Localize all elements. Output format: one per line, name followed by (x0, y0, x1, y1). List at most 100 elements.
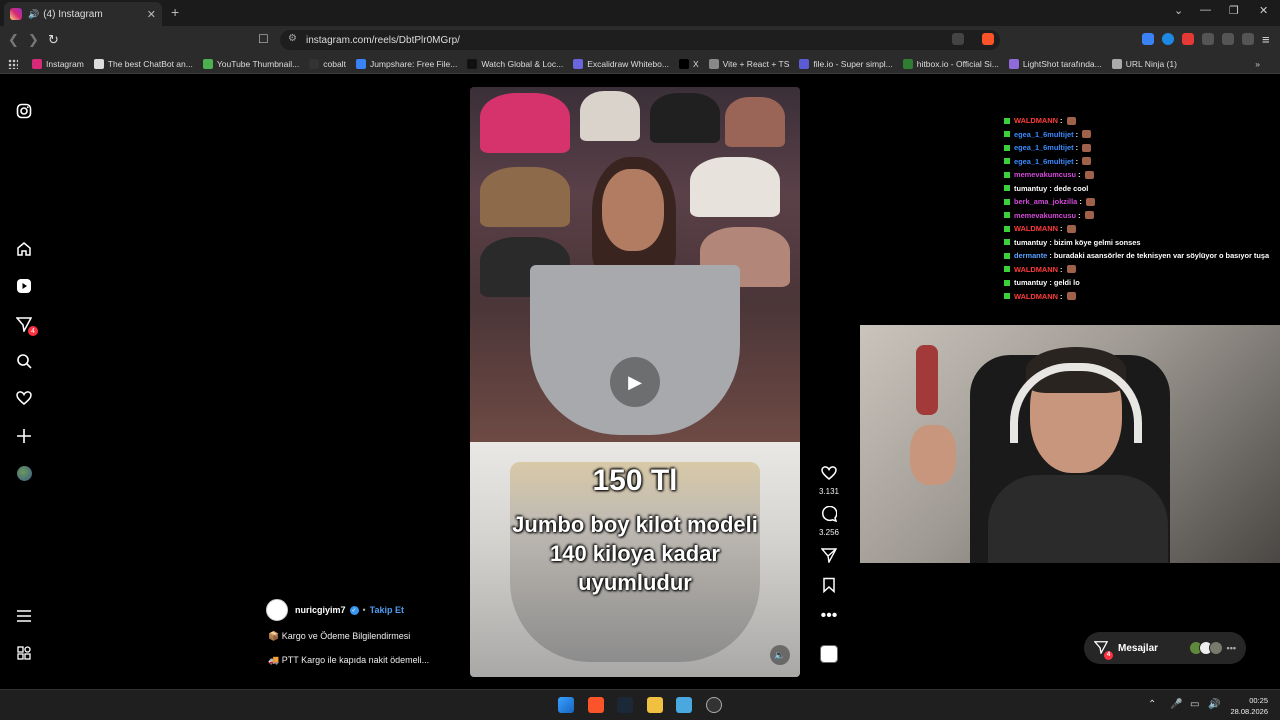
mute-speaker-icon[interactable]: 🔈 (770, 645, 790, 665)
comment-button[interactable]: 3.256 (812, 505, 846, 537)
webcam-overlay (860, 325, 1280, 563)
cast-icon[interactable] (952, 33, 964, 45)
obs-icon[interactable] (706, 697, 722, 713)
comment-icon[interactable] (821, 505, 838, 526)
extension-icon[interactable] (1162, 33, 1174, 45)
bookmark-label: YouTube Thumbnail... (216, 58, 300, 69)
maximize-button[interactable]: ❐ (1229, 4, 1239, 17)
wallet-icon[interactable] (1222, 33, 1234, 45)
more-options-button[interactable]: ••• (812, 607, 846, 627)
reel-video[interactable]: ▶ 150 Tl Jumbo boy kilot modeli 140 kilo… (470, 87, 800, 677)
bookmark-item[interactable]: Jumpshare: Free File... (355, 58, 457, 69)
contact-avatar (1208, 641, 1223, 655)
bookmark-item[interactable]: LightShot tarafında... (1008, 58, 1102, 69)
tray-chevron-icon[interactable]: ⌃ (1148, 699, 1156, 710)
bookmark-item[interactable]: hitbox.io - Official Si... (902, 58, 999, 69)
reel-description-line[interactable]: 📦 Kargo ve Ödeme Bilgilendirmesi (268, 631, 410, 642)
also-from-meta-icon[interactable] (15, 644, 33, 662)
windows-start-icon[interactable] (558, 697, 574, 713)
ellipsis-icon[interactable]: ••• (821, 607, 838, 627)
bookmark-item[interactable]: file.io - Super simpl... (799, 58, 893, 69)
steam-icon[interactable] (617, 697, 633, 713)
author-username[interactable]: nuricgiyim7 (295, 605, 346, 615)
site-info-icon[interactable]: ⚙ (288, 33, 297, 44)
like-button[interactable]: 3.131 (812, 465, 846, 496)
menu-icon[interactable]: ≡ (1262, 32, 1270, 47)
browser-tab-instagram[interactable]: 🔊 (4) Instagram ✕ (4, 2, 162, 26)
bookmark-page-icon[interactable]: ☐ (258, 32, 269, 46)
search-icon[interactable] (15, 352, 33, 370)
apps-grid-icon[interactable] (8, 58, 18, 69)
instagram-favicon-icon (10, 8, 22, 20)
brave-shield-icon[interactable] (982, 33, 994, 45)
chat-text: bizim köye gelmi sonses (1053, 237, 1141, 247)
tab-title: (4) Instagram (43, 8, 103, 20)
share-button[interactable] (812, 547, 846, 567)
messages-icon[interactable]: 4 (15, 315, 38, 336)
bookmark-item[interactable]: Vite + React + TS (708, 58, 789, 69)
reel-price-overlay: 150 Tl (592, 464, 678, 497)
forward-icon[interactable]: ❯ (28, 32, 39, 48)
close-tab-icon[interactable]: ✕ (147, 8, 156, 21)
chat-emote-icon (1082, 143, 1092, 152)
bookmark-favicon-icon (1111, 58, 1122, 69)
bookmark-item[interactable]: cobalt (309, 58, 346, 69)
save-button[interactable] (812, 577, 846, 597)
file-explorer-icon[interactable] (647, 697, 663, 713)
bookmark-item[interactable]: The best ChatBot an... (93, 58, 193, 69)
microphone-icon[interactable]: 🎤 (1170, 699, 1182, 710)
minimize-button[interactable]: — (1200, 4, 1211, 16)
reload-icon[interactable]: ↻ (48, 32, 59, 48)
new-tab-button[interactable]: + (171, 4, 179, 20)
play-icon[interactable]: ▶ (610, 357, 660, 407)
extension-icon[interactable] (1142, 33, 1154, 45)
speaker-icon[interactable]: 🔊 (28, 9, 39, 20)
reels-icon[interactable] (15, 277, 33, 295)
create-plus-icon[interactable] (15, 427, 33, 445)
app-icon[interactable] (676, 697, 692, 713)
audio-button[interactable] (812, 637, 846, 663)
bookmark-label: Instagram (46, 58, 84, 69)
notifications-heart-icon[interactable] (15, 389, 33, 407)
bookmarks-bar: Instagram The best ChatBot an... YouTube T… (0, 54, 1280, 74)
bookmark-icon[interactable] (821, 577, 837, 597)
heart-icon[interactable] (821, 465, 837, 485)
home-icon[interactable] (15, 240, 33, 258)
extensions-puzzle-icon[interactable] (1202, 33, 1214, 45)
instagram-logo-icon[interactable] (15, 102, 33, 120)
bookmark-favicon-icon (93, 58, 104, 69)
bookmark-favicon-icon (573, 58, 584, 69)
back-icon[interactable]: ❮ (8, 32, 19, 48)
more-bookmarks-icon[interactable]: » (1255, 59, 1260, 69)
chat-platform-icon (1004, 171, 1010, 178)
bookmark-item[interactable]: URL Ninja (1) (1111, 58, 1177, 69)
close-window-button[interactable]: ✕ (1259, 4, 1268, 17)
bookmark-label: The best ChatBot an... (107, 58, 193, 69)
more-menu-icon[interactable] (15, 607, 33, 625)
follow-button[interactable]: Takip Et (370, 605, 404, 615)
vpn-shield-icon[interactable] (1242, 33, 1254, 45)
bookmark-favicon-icon (309, 58, 320, 69)
bookmark-item[interactable]: Watch Global & Loc... (467, 58, 563, 69)
instagram-page: 4 ▶ 150 Tl Jumbo boy kilot modeli 140 ki… (0, 75, 1280, 689)
volume-icon[interactable]: 🔊 (1208, 699, 1220, 710)
system-clock[interactable]: 00:25 28.08.2026 (1230, 695, 1268, 717)
bookmark-item[interactable]: Instagram (32, 58, 84, 69)
profile-avatar[interactable] (15, 464, 33, 482)
audio-thumbnail[interactable] (820, 645, 838, 663)
display-icon[interactable]: ▭ (1190, 699, 1199, 710)
bookmark-label: X (692, 58, 699, 69)
bookmark-item[interactable]: X (678, 58, 699, 69)
messages-floating-button[interactable]: 4 Mesajlar ••• (1084, 632, 1246, 664)
brave-browser-icon[interactable] (588, 697, 604, 713)
share-icon[interactable] (820, 547, 838, 567)
reel-description-line[interactable]: 🚚 PTT Kargo ile kapıda nakit ödemeli... (268, 655, 429, 666)
address-bar[interactable]: ⚙ instagram.com/reels/DbtPlr0MGrp/ (280, 30, 1000, 50)
comment-count: 3.256 (818, 528, 840, 537)
bookmark-item[interactable]: Excalidraw Whitebo... (573, 58, 669, 69)
extension-icon[interactable] (1182, 33, 1194, 45)
chat-username: tumantuy (1014, 183, 1048, 193)
tab-search-chevron-icon[interactable]: ⌄ (1174, 4, 1183, 17)
bookmark-item[interactable]: YouTube Thumbnail... (202, 58, 300, 69)
author-avatar[interactable] (266, 599, 288, 621)
